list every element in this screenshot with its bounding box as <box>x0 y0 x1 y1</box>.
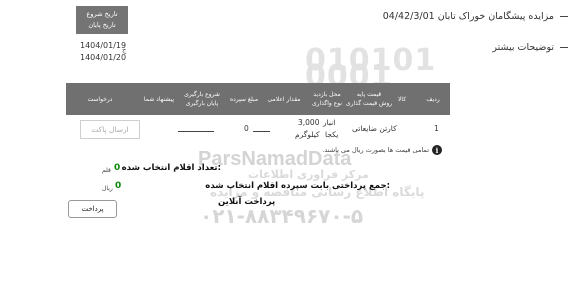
cell-item: کارتن ضایعاتی <box>352 124 397 133</box>
auction-title: مزایده پیشگامان خوراک تابان 04/42/3/01 <box>383 11 568 22</box>
start-date-value: 1404/01/19 <box>80 41 127 50</box>
col-your-offer: پیشنهاد شما <box>143 95 175 103</box>
date-marker: ج <box>122 46 127 54</box>
watermark-line-1: مرکز فراوری اطلاعات <box>248 168 369 181</box>
selected-items-label: تعداد اقلام انتخاب شده: <box>121 163 221 173</box>
col-item: کالا <box>397 95 407 103</box>
end-date-value: 1404/01/20 <box>80 53 127 62</box>
currency-note: i تمامی قیمت ها بصورت ریال می باشند. <box>322 145 442 155</box>
watermark-digits: 010101 0001 <box>305 43 437 94</box>
end-date-label: تاریخ پایان <box>88 21 116 29</box>
cell-visit-place: انبار <box>323 118 336 127</box>
send-offer-button[interactable]: ارسال پاکت <box>80 120 140 139</box>
info-icon: i <box>432 145 442 155</box>
quantity-field-line[interactable] <box>253 131 270 132</box>
col-row: ردیف <box>426 95 440 103</box>
col-deposit: مبلغ سپرده <box>229 95 259 103</box>
currency-note-text: تمامی قیمت ها بصورت ریال می باشند. <box>322 146 429 154</box>
cell-unit: کیلوگرم <box>295 130 320 139</box>
cell-deposit: 0 <box>244 124 249 133</box>
date-values: 1404/01/19 1404/01/20 <box>80 40 126 64</box>
cell-row-number: 1 <box>434 124 439 133</box>
dates-header: تاریخ شروع تاریخ پایان <box>76 6 128 34</box>
col-visit-place: محل بازدید نوع واگذاری <box>311 91 343 107</box>
selected-items-value: 0 <box>114 163 121 173</box>
deposit-total-unit: ریال <box>102 185 113 192</box>
start-date-label: تاریخ شروع <box>86 10 118 18</box>
col-request: درخواست <box>87 95 113 103</box>
table-header: ردیف کالا قیمت پایه روش قیمت گذاری محل با… <box>66 83 450 115</box>
dash-icon <box>560 47 568 48</box>
loading-field-line[interactable] <box>178 131 214 132</box>
dash-icon <box>560 16 568 17</box>
cell-base-price: 3,000 <box>298 118 320 127</box>
col-quantity: مقدار اعلامی <box>267 95 301 103</box>
auction-title-text: مزایده پیشگامان خوراک تابان 04/42/3/01 <box>382 11 554 22</box>
selected-items-unit: قلم <box>102 167 111 174</box>
col-loading: شروع بارگیری پایان بارگیری <box>184 91 220 107</box>
watermark-phone: ۰۲۱-۸۸۳۴۹۶۷۰-۵ <box>200 204 364 228</box>
deposit-total-value: 0 <box>115 181 122 191</box>
more-details-label: توضیحات بیشتر <box>492 42 554 53</box>
cell-transfer-type: یکجا <box>325 130 339 139</box>
more-details-link[interactable]: توضیحات بیشتر <box>492 42 568 53</box>
pay-button[interactable]: پرداخت <box>68 200 117 218</box>
online-payment-label: پرداخت آنلاین <box>218 197 276 207</box>
deposit-total-label: جمع پرداختی بابت سپرده اقلام انتخاب شده: <box>205 181 390 191</box>
col-base-price: قیمت پایه روش قیمت گذاری <box>345 91 393 107</box>
